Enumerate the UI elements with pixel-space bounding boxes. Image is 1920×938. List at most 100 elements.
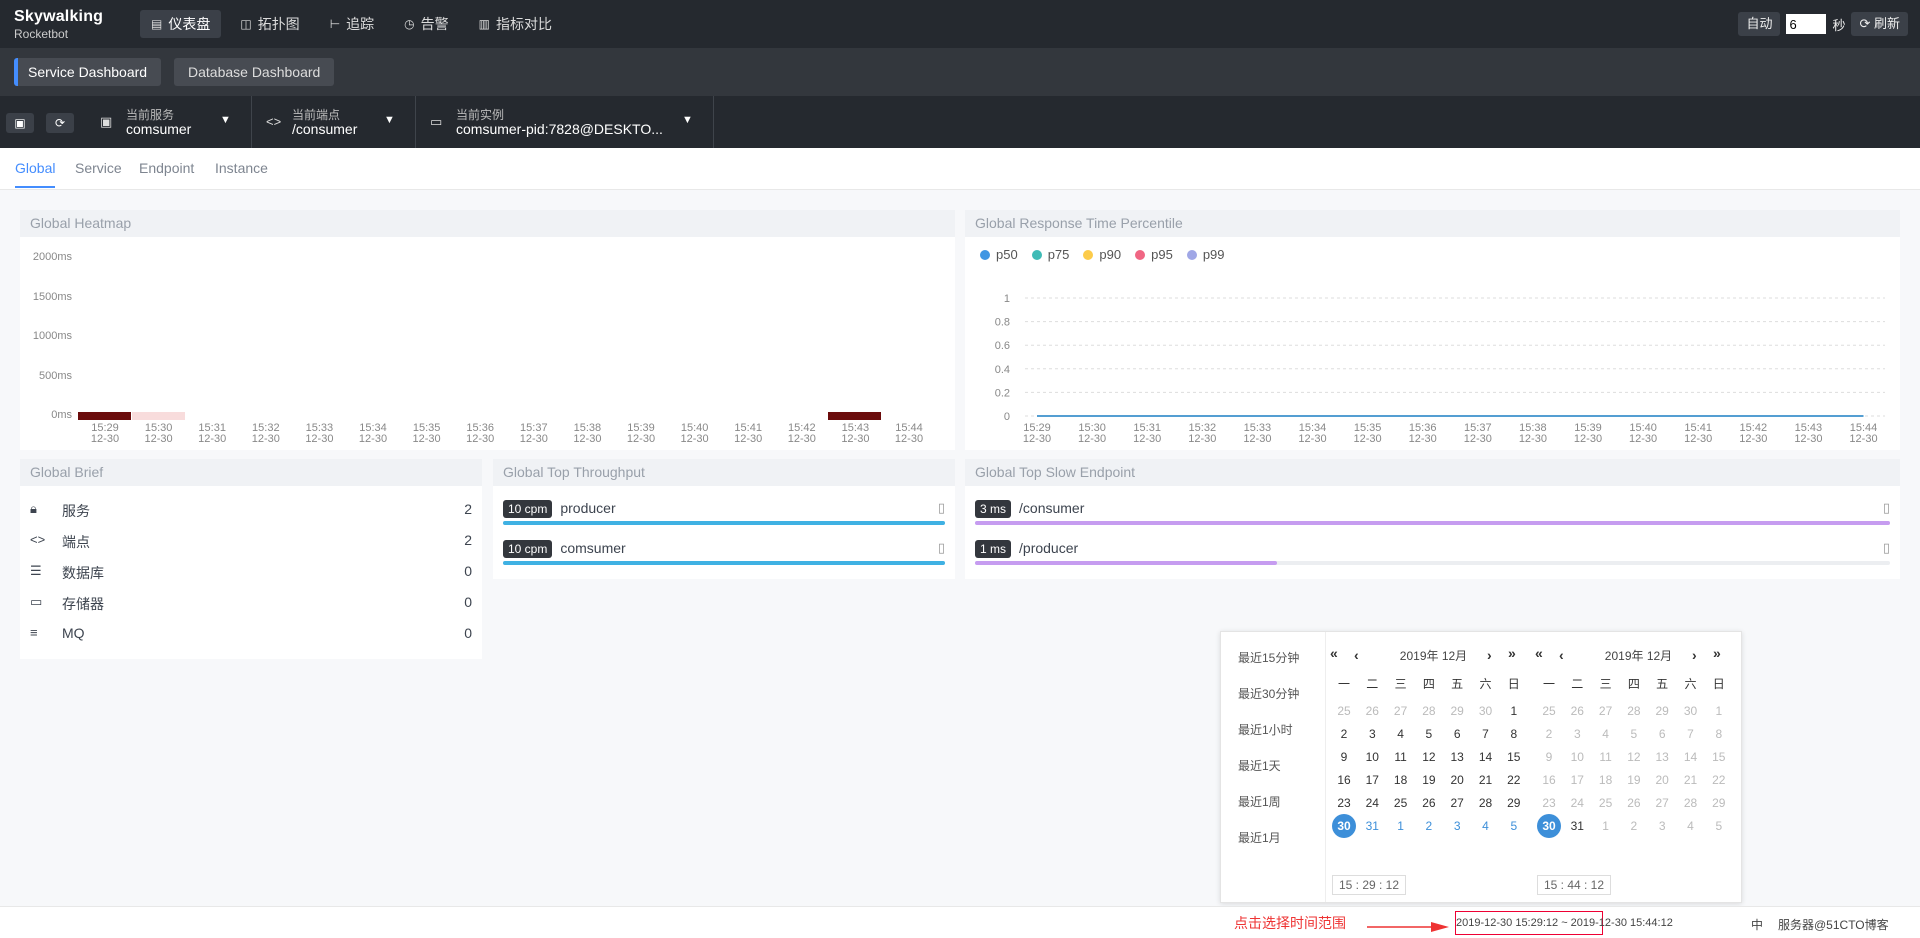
calendar-day[interactable]: 4 — [1677, 814, 1705, 838]
tab-service-dashboard[interactable]: Service Dashboard — [14, 58, 162, 86]
calendar-day[interactable]: 19 — [1620, 768, 1648, 792]
calendar-day[interactable]: 29 — [1500, 791, 1528, 815]
calendar-day[interactable]: 13 — [1443, 745, 1471, 769]
quick-range-item[interactable]: 最近30分钟 — [1238, 685, 1299, 702]
calendar-day[interactable]: 3 — [1443, 814, 1471, 838]
calendar-day[interactable]: 1 — [1500, 699, 1528, 723]
calendar-day[interactable]: 20 — [1648, 768, 1676, 792]
copy-icon[interactable]: ▯ — [1883, 500, 1890, 516]
calendar-day[interactable]: 31 — [1563, 814, 1591, 838]
calendar-day[interactable]: 28 — [1415, 699, 1443, 723]
legend-item[interactable]: p75 — [1031, 247, 1069, 262]
tab-database-dashboard[interactable]: Database Dashboard — [174, 58, 335, 86]
time-input[interactable]: 15 : 44 : 12 — [1537, 875, 1611, 895]
calendar-day[interactable]: 25 — [1535, 699, 1563, 723]
calendar-day[interactable]: 2 — [1415, 814, 1443, 838]
calendar-day[interactable]: 27 — [1387, 699, 1415, 723]
calendar-day[interactable]: 2 — [1330, 722, 1358, 746]
calendar-day[interactable]: 14 — [1677, 745, 1705, 769]
calendar-day[interactable]: 18 — [1592, 768, 1620, 792]
time-range-button[interactable]: 2019-12-30 15:29:12 ~ 2019-12-30 15:44:1… — [1455, 911, 1673, 935]
calendar-day[interactable]: 16 — [1330, 768, 1358, 792]
quick-range-item[interactable]: 最近1小时 — [1238, 721, 1293, 738]
language-toggle[interactable]: 中 — [1751, 916, 1763, 933]
calendar-day[interactable]: 26 — [1358, 699, 1386, 723]
calendar-day[interactable]: 22 — [1500, 768, 1528, 792]
calendar-day[interactable]: 29 — [1443, 699, 1471, 723]
calendar-day[interactable]: 23 — [1535, 791, 1563, 815]
calendar-day[interactable]: 27 — [1592, 699, 1620, 723]
next-month-icon[interactable]: › — [1487, 647, 1492, 663]
calendar-day[interactable]: 4 — [1592, 722, 1620, 746]
calendar-day[interactable]: 10 — [1563, 745, 1591, 769]
calendar-day[interactable]: 30 — [1472, 699, 1500, 723]
calendar-day[interactable]: 21 — [1677, 768, 1705, 792]
calendar-day[interactable]: 18 — [1387, 768, 1415, 792]
copy-icon[interactable]: ▯ — [938, 540, 945, 556]
calendar-day[interactable]: 17 — [1563, 768, 1591, 792]
calendar-day[interactable]: 6 — [1648, 722, 1676, 746]
calendar-day[interactable]: 20 — [1443, 768, 1471, 792]
calendar-day[interactable]: 9 — [1535, 745, 1563, 769]
quick-range-item[interactable]: 最近1周 — [1238, 793, 1281, 810]
calendar-day[interactable]: 15 — [1705, 745, 1733, 769]
calendar-day[interactable]: 12 — [1415, 745, 1443, 769]
legend-item[interactable]: p99 — [1186, 247, 1225, 262]
calendar-day[interactable]: 16 — [1535, 768, 1563, 792]
quick-range-item[interactable]: 最近15分钟 — [1238, 649, 1299, 666]
calendar-day[interactable]: 12 — [1620, 745, 1648, 769]
copy-icon[interactable]: ▯ — [1883, 540, 1890, 556]
calendar-day[interactable]: 29 — [1705, 791, 1733, 815]
auto-refresh-button[interactable]: 自动 — [1738, 12, 1781, 36]
nav-item-1[interactable]: ◫ 拓扑图 — [229, 10, 310, 38]
calendar-day[interactable]: 1 — [1387, 814, 1415, 838]
calendar-day[interactable]: 3 — [1358, 722, 1386, 746]
calendar-day[interactable]: 28 — [1620, 699, 1648, 723]
calendar-day[interactable]: 8 — [1500, 722, 1528, 746]
calendar-day[interactable]: 7 — [1472, 722, 1500, 746]
calendar-day[interactable]: 25 — [1387, 791, 1415, 815]
calendar-day[interactable]: 26 — [1415, 791, 1443, 815]
copy-icon[interactable]: ▯ — [938, 500, 945, 516]
endpoint-selector[interactable]: <> 当前端点 /consumer ▼ — [252, 96, 416, 148]
calendar-day[interactable]: 25 — [1592, 791, 1620, 815]
tab-instance[interactable]: Instance — [215, 160, 268, 176]
calendar-day[interactable]: 4 — [1387, 722, 1415, 746]
refresh-button[interactable]: ⟳ 刷新 — [1851, 12, 1908, 36]
calendar-day[interactable]: 17 — [1358, 768, 1386, 792]
calendar-day[interactable]: 31 — [1358, 814, 1386, 838]
nav-item-0[interactable]: ▤ 仪表盘 — [140, 10, 222, 38]
calendar-day[interactable]: 28 — [1677, 791, 1705, 815]
calendar-day[interactable]: 5 — [1620, 722, 1648, 746]
calendar-day[interactable]: 23 — [1330, 791, 1358, 815]
calendar-day[interactable]: 13 — [1648, 745, 1676, 769]
next-year-icon[interactable]: » — [1713, 645, 1721, 661]
tab-endpoint[interactable]: Endpoint — [139, 160, 194, 176]
calendar-day[interactable]: 5 — [1705, 814, 1733, 838]
calendar-day[interactable]: 5 — [1500, 814, 1528, 838]
calendar-day[interactable]: 14 — [1472, 745, 1500, 769]
calendar-day[interactable]: 30 — [1330, 814, 1358, 838]
calendar-day[interactable]: 28 — [1472, 791, 1500, 815]
calendar-day[interactable]: 22 — [1705, 768, 1733, 792]
legend-item[interactable]: p90 — [1083, 247, 1121, 262]
calendar-day[interactable]: 24 — [1563, 791, 1591, 815]
instance-selector[interactable]: ▭ 当前实例 comsumer-pid:7828@DESKTO... ▼ — [416, 96, 714, 148]
refresh-interval-input[interactable] — [1786, 14, 1827, 34]
calendar-day[interactable]: 10 — [1358, 745, 1386, 769]
calendar-day[interactable]: 30 — [1535, 814, 1563, 838]
calendar-day[interactable]: 24 — [1358, 791, 1386, 815]
calendar-day[interactable]: 11 — [1387, 745, 1415, 769]
calendar-day[interactable]: 26 — [1563, 699, 1591, 723]
calendar-day[interactable]: 29 — [1648, 699, 1676, 723]
time-input[interactable]: 15 : 29 : 12 — [1332, 875, 1406, 895]
calendar-day[interactable]: 5 — [1415, 722, 1443, 746]
reload-button[interactable]: ⟳ — [46, 113, 74, 133]
nav-item-3[interactable]: ◷ 告警 — [393, 10, 459, 38]
next-month-icon[interactable]: › — [1692, 647, 1697, 663]
service-selector[interactable]: ▣ 当前服务 comsumer ▼ — [86, 96, 252, 148]
calendar-day[interactable]: 8 — [1705, 722, 1733, 746]
lock-button[interactable]: ▣ — [6, 113, 34, 133]
tab-global[interactable]: Global — [15, 160, 56, 188]
nav-item-2[interactable]: ⊢ 追踪 — [319, 10, 385, 38]
